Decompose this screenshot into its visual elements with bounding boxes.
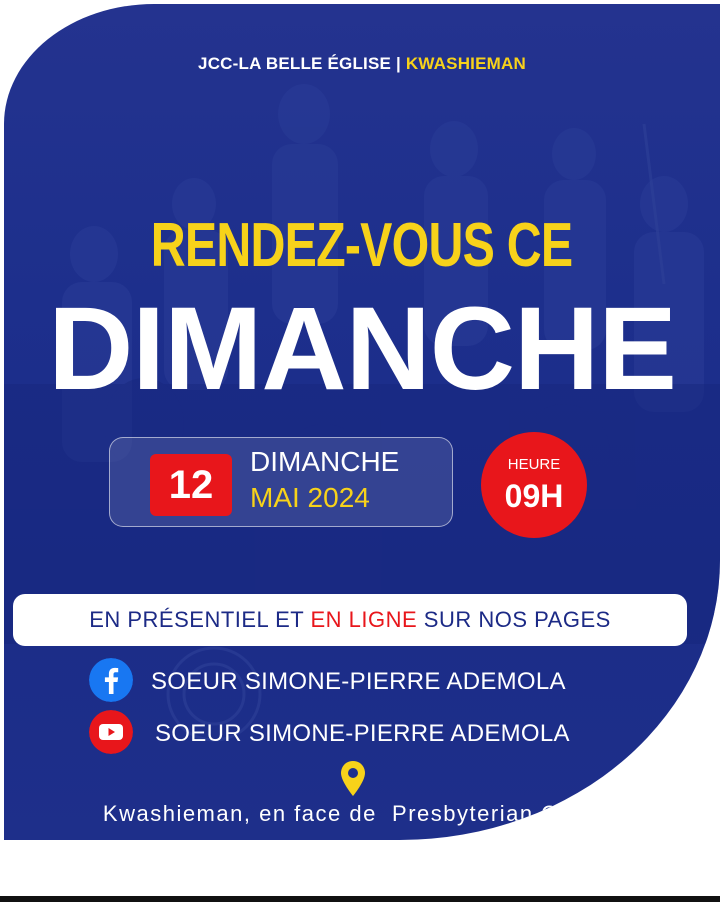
- church-name: JCC-LA BELLE ÉGLISE |: [198, 54, 401, 73]
- map-pin-icon: [341, 761, 365, 796]
- youtube-row: SOEUR SIMONE-PIERRE ADEMOLA: [4, 710, 720, 754]
- bottom-edge: [0, 896, 720, 902]
- time-label: HEURE: [507, 456, 561, 473]
- mode-part1: EN PRÉSENTIEL ET: [89, 607, 304, 632]
- time-badge: HEURE 09H: [481, 432, 587, 538]
- headline-dimanche: DIMANCHE: [48, 283, 677, 415]
- date-month-year: MAI 2024: [250, 482, 370, 513]
- mode-online: EN LIGNE: [310, 607, 418, 632]
- youtube-icon: [89, 710, 133, 754]
- address-text: Kwashieman, en face de Presbyterian Chur…: [102, 801, 622, 826]
- date-box: 12 DIMANCHE MAI 2024: [109, 437, 453, 527]
- day-number-badge: 12: [150, 454, 232, 516]
- date-weekday: DIMANCHE: [250, 446, 400, 477]
- blue-card-background: JCC-LA BELLE ÉGLISE | KWASHIEMAN RENDEZ-…: [4, 4, 720, 840]
- facebook-page-name: SOEUR SIMONE-PIERRE ADEMOLA: [151, 668, 566, 695]
- youtube-channel-name: SOEUR SIMONE-PIERRE ADEMOLA: [155, 720, 570, 747]
- event-poster: JCC-LA BELLE ÉGLISE | KWASHIEMAN RENDEZ-…: [0, 0, 720, 902]
- facebook-icon: [89, 658, 133, 702]
- church-header: JCC-LA BELLE ÉGLISE | KWASHIEMAN: [4, 54, 720, 74]
- headline-rendezvous: RENDEZ-VOUS CE: [150, 211, 573, 280]
- facebook-row: SOEUR SIMONE-PIERRE ADEMOLA: [4, 658, 720, 702]
- attendance-mode-bar: EN PRÉSENTIEL ET EN LIGNE SUR NOS PAGES: [13, 594, 687, 646]
- time-value: 09H: [504, 478, 564, 514]
- church-location: KWASHIEMAN: [405, 54, 526, 73]
- mode-part3: SUR NOS PAGES: [423, 607, 611, 632]
